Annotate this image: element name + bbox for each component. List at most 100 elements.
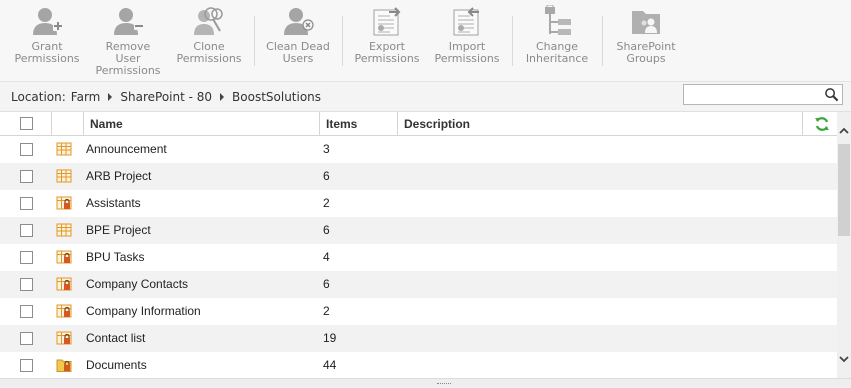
change-inheritance-label: Change Inheritance <box>525 40 589 65</box>
table-row[interactable]: Contact list 19 <box>0 325 837 352</box>
row-name: Company Contacts <box>86 277 189 291</box>
ribbon-separator <box>602 16 603 66</box>
search-input[interactable] <box>684 85 822 104</box>
import-icon <box>453 7 479 36</box>
breadcrumb-web-application[interactable]: SharePoint - 80 <box>120 90 212 104</box>
list-grid: Announcement 3 ARB Project 6 Assistants … <box>0 136 837 378</box>
refresh-icon[interactable] <box>814 116 830 132</box>
export-icon <box>373 7 401 36</box>
list-icon <box>56 169 72 183</box>
ribbon-separator <box>254 16 255 66</box>
row-items: 2 <box>323 196 330 210</box>
row-name: Company Information <box>86 304 201 318</box>
clone-permissions-button[interactable]: Clone Permissions <box>176 5 242 77</box>
locked-library-icon <box>56 359 72 372</box>
row-checkbox[interactable] <box>20 251 33 264</box>
table-row[interactable]: ARB Project 6 <box>0 163 837 190</box>
search-icon[interactable] <box>824 87 839 102</box>
row-name: Announcement <box>86 142 167 156</box>
export-permissions-label: Export Permissions <box>354 40 420 65</box>
table-row[interactable]: Assistants 2 <box>0 190 837 217</box>
search-box[interactable] <box>683 84 843 105</box>
breadcrumb-separator-icon <box>108 93 113 101</box>
row-checkbox[interactable] <box>20 170 33 183</box>
header-refresh-cell <box>803 112 837 136</box>
import-permissions-button[interactable]: Import Permissions <box>434 5 500 77</box>
change-inheritance-button[interactable]: Change Inheritance <box>524 5 590 77</box>
breadcrumb-site[interactable]: BoostSolutions <box>232 90 321 104</box>
user-clone-icon <box>194 7 223 35</box>
table-row[interactable]: Announcement 3 <box>0 136 837 163</box>
clean-dead-users-label: Clean Dead Users <box>266 40 330 65</box>
scroll-down-icon[interactable] <box>837 352 851 366</box>
header-select-cell <box>0 112 52 136</box>
locked-list-icon <box>56 250 72 264</box>
row-items: 3 <box>323 142 330 156</box>
splitter-grip-icon[interactable] <box>437 383 451 385</box>
row-checkbox[interactable] <box>20 332 33 345</box>
row-items: 44 <box>323 358 337 372</box>
scroll-up-icon[interactable] <box>837 124 851 138</box>
row-name: Documents <box>86 358 147 372</box>
header-icon-cell <box>52 112 84 136</box>
location-label: Location: <box>11 90 66 104</box>
table-row[interactable]: BPE Project 6 <box>0 217 837 244</box>
remove-user-permissions-label: Remove User Permissions <box>95 40 161 77</box>
user-remove-icon <box>114 8 144 35</box>
row-name: Assistants <box>86 196 141 210</box>
locked-list-icon <box>56 196 72 210</box>
breadcrumb: Location: Farm SharePoint - 80 BoostSolu… <box>11 90 321 104</box>
group-folder-icon <box>632 11 660 34</box>
row-items: 19 <box>323 331 337 345</box>
list-icon <box>56 223 72 237</box>
column-header-items[interactable]: Items <box>320 112 398 136</box>
grant-permissions-label: Grant Permissions <box>14 40 80 65</box>
clone-permissions-label: Clone Permissions <box>176 40 242 65</box>
ribbon-separator <box>512 16 513 66</box>
vertical-scrollbar[interactable] <box>837 112 851 378</box>
row-items: 6 <box>323 169 330 183</box>
column-header-description[interactable]: Description <box>398 112 803 136</box>
row-items: 6 <box>323 223 330 237</box>
row-name: BPU Tasks <box>86 250 145 264</box>
remove-user-permissions-button[interactable]: Remove User Permissions <box>94 5 162 77</box>
table-row[interactable]: Company Contacts 6 <box>0 271 837 298</box>
scrollbar-thumb[interactable] <box>838 144 850 236</box>
row-checkbox[interactable] <box>20 224 33 237</box>
row-checkbox[interactable] <box>20 359 33 372</box>
grid-header: Name Items Description <box>0 112 837 136</box>
table-row[interactable]: Company Information 2 <box>0 298 837 325</box>
user-add-icon <box>33 8 63 35</box>
column-header-name[interactable]: Name <box>84 112 320 136</box>
locked-list-icon <box>56 331 72 345</box>
import-permissions-label: Import Permissions <box>434 40 500 65</box>
clean-dead-users-button[interactable]: Clean Dead Users <box>266 5 330 77</box>
inheritance-icon <box>545 5 571 35</box>
row-checkbox[interactable] <box>20 197 33 210</box>
sharepoint-groups-button[interactable]: SharePoint Groups <box>614 5 678 77</box>
list-icon <box>56 142 72 156</box>
table-row[interactable]: Documents 44 <box>0 352 837 378</box>
row-name: BPE Project <box>86 223 151 237</box>
row-checkbox[interactable] <box>20 278 33 291</box>
row-items: 2 <box>323 304 330 318</box>
locked-list-icon <box>56 304 72 318</box>
bottom-splitter[interactable] <box>0 378 851 388</box>
breadcrumb-separator-icon <box>220 93 225 101</box>
table-row[interactable]: BPU Tasks 4 <box>0 244 837 271</box>
locked-list-icon <box>56 277 72 291</box>
row-items: 4 <box>323 250 330 264</box>
row-name: Contact list <box>86 331 146 345</box>
row-name: ARB Project <box>86 169 152 183</box>
sharepoint-groups-label: SharePoint Groups <box>616 40 676 65</box>
row-checkbox[interactable] <box>20 143 33 156</box>
grant-permissions-button[interactable]: Grant Permissions <box>14 5 80 77</box>
row-checkbox[interactable] <box>20 305 33 318</box>
ribbon-toolbar: Grant Permissions Remove User Permission… <box>0 0 851 82</box>
row-items: 6 <box>323 277 330 291</box>
breadcrumb-farm[interactable]: Farm <box>71 90 101 104</box>
export-permissions-button[interactable]: Export Permissions <box>354 5 420 77</box>
user-clean-icon <box>284 8 314 35</box>
select-all-checkbox[interactable] <box>20 117 33 130</box>
ribbon-separator <box>342 16 343 66</box>
